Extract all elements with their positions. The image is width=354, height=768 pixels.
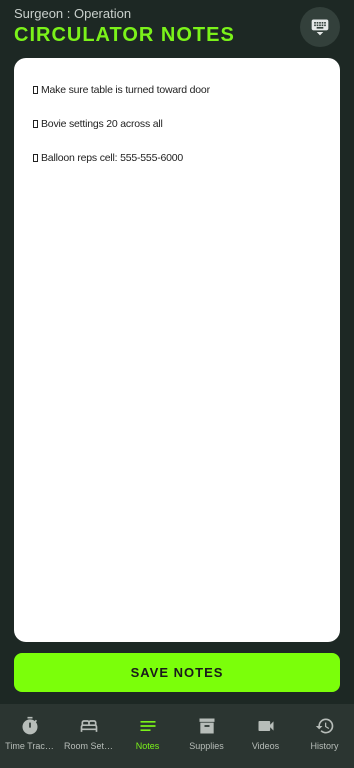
- nav-item-notes[interactable]: Notes: [118, 704, 177, 768]
- nav-label: Time Trac…: [5, 741, 54, 751]
- nav-item-time-tracker[interactable]: Time Trac…: [0, 704, 59, 768]
- stopwatch-icon: [22, 716, 37, 735]
- nav-item-videos[interactable]: Videos: [236, 704, 295, 768]
- bullet-icon: [33, 86, 38, 94]
- header: Surgeon : Operation CIRCULATOR NOTES: [14, 6, 235, 47]
- notes-text-area[interactable]: Make sure table is turned toward door Bo…: [14, 58, 340, 642]
- note-line: Make sure table is turned toward door: [33, 84, 321, 96]
- history-icon: [315, 718, 333, 734]
- note-line: Bovie settings 20 across all: [33, 118, 321, 130]
- note-text: Bovie settings 20 across all: [41, 118, 163, 130]
- nav-label: Room Set…: [63, 741, 114, 751]
- keyboard-button[interactable]: [300, 7, 340, 47]
- videocam-icon: [258, 721, 273, 731]
- note-text: Balloon reps cell: 555-555-6000: [41, 152, 184, 164]
- note-line: Balloon reps cell: 555-555-6000: [33, 152, 321, 164]
- nav-item-room-setup[interactable]: Room Set…: [59, 704, 118, 768]
- page-title: CIRCULATOR NOTES: [14, 24, 235, 46]
- save-notes-button[interactable]: SAVE NOTES: [14, 653, 340, 692]
- nav-label: Supplies: [189, 741, 224, 751]
- nav-item-supplies[interactable]: Supplies: [177, 704, 236, 768]
- bottom-nav: Time Trac… Room Set… Notes Supplies Vide…: [0, 704, 354, 768]
- notes-icon: [140, 721, 155, 731]
- nav-label: Videos: [251, 741, 280, 751]
- page-subtitle: Surgeon : Operation: [14, 6, 132, 21]
- archive-box-icon: [199, 718, 214, 734]
- nav-label: Notes: [135, 741, 160, 751]
- bullet-icon: [33, 154, 38, 162]
- keyboard-icon: [311, 19, 329, 36]
- bed-icon: [80, 720, 97, 732]
- note-text: Make sure table is turned toward door: [41, 84, 210, 96]
- nav-label: History: [310, 741, 339, 751]
- nav-item-history[interactable]: History: [295, 704, 354, 768]
- bullet-icon: [33, 120, 38, 128]
